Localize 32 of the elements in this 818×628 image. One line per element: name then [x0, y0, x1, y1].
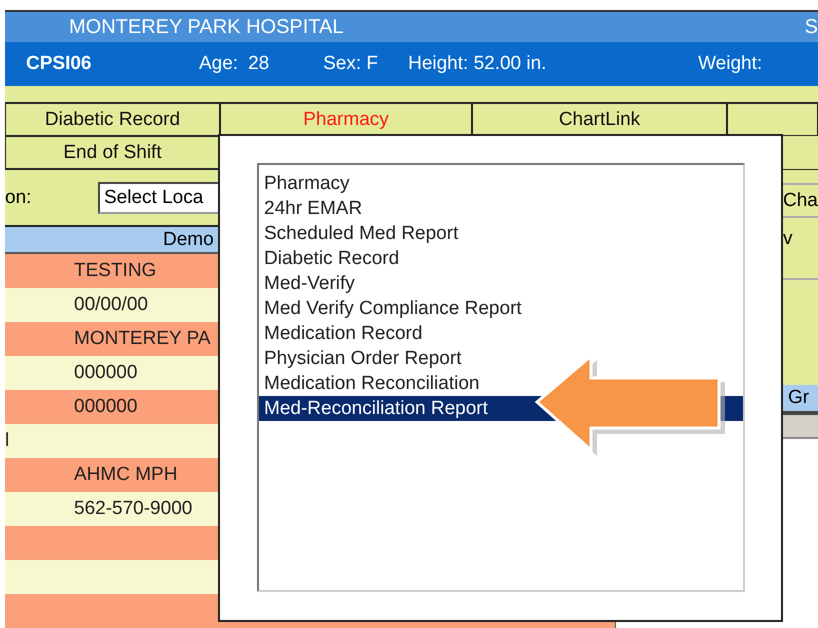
- row-value: AHMC MPH: [74, 464, 178, 486]
- dropdown-text: v: [783, 227, 794, 251]
- hospital-title: MONTEREY PARK HOSPITAL: [69, 16, 344, 38]
- row-value: 00/00/00: [74, 294, 148, 316]
- list-item[interactable]: Med Verify Compliance Report: [259, 296, 743, 321]
- row-label: l: [5, 430, 10, 452]
- row-value: 000000: [74, 396, 138, 418]
- chart-button[interactable]: Cha: [783, 185, 818, 216]
- list-item[interactable]: Medication Record: [259, 321, 743, 346]
- age-value: 28: [248, 53, 270, 75]
- patient-id: CPSI06: [26, 53, 92, 75]
- location-label: on:: [5, 186, 32, 209]
- row-value: MONTEREY PA: [74, 328, 211, 350]
- row-value: TESTING: [74, 260, 156, 282]
- list-item[interactable]: Medication Reconciliation: [259, 371, 743, 396]
- height-text: Height: 52.00 in.: [408, 53, 548, 75]
- header-text: Gr: [788, 387, 810, 409]
- sex-text: Sex: F: [323, 53, 379, 75]
- list-item[interactable]: Scheduled Med Report: [259, 221, 743, 246]
- weight-label: Weight:: [698, 53, 762, 75]
- tab[interactable]: End of Shift: [5, 136, 220, 169]
- list-item[interactable]: Physician Order Report: [259, 346, 743, 371]
- list-item[interactable]: Diabetic Record: [259, 246, 743, 271]
- row-value: 562-570-9000: [74, 498, 192, 520]
- tab[interactable]: Diabetic Record: [5, 102, 220, 136]
- tab[interactable]: [727, 102, 818, 136]
- age-label: Age:: [199, 53, 238, 75]
- header-text: Demo: [163, 228, 214, 251]
- header-text: S: [804, 16, 818, 38]
- tab[interactable]: ChartLink: [472, 102, 727, 136]
- row-value: 000000: [74, 362, 138, 384]
- list-item[interactable]: Med-Verify: [259, 271, 743, 296]
